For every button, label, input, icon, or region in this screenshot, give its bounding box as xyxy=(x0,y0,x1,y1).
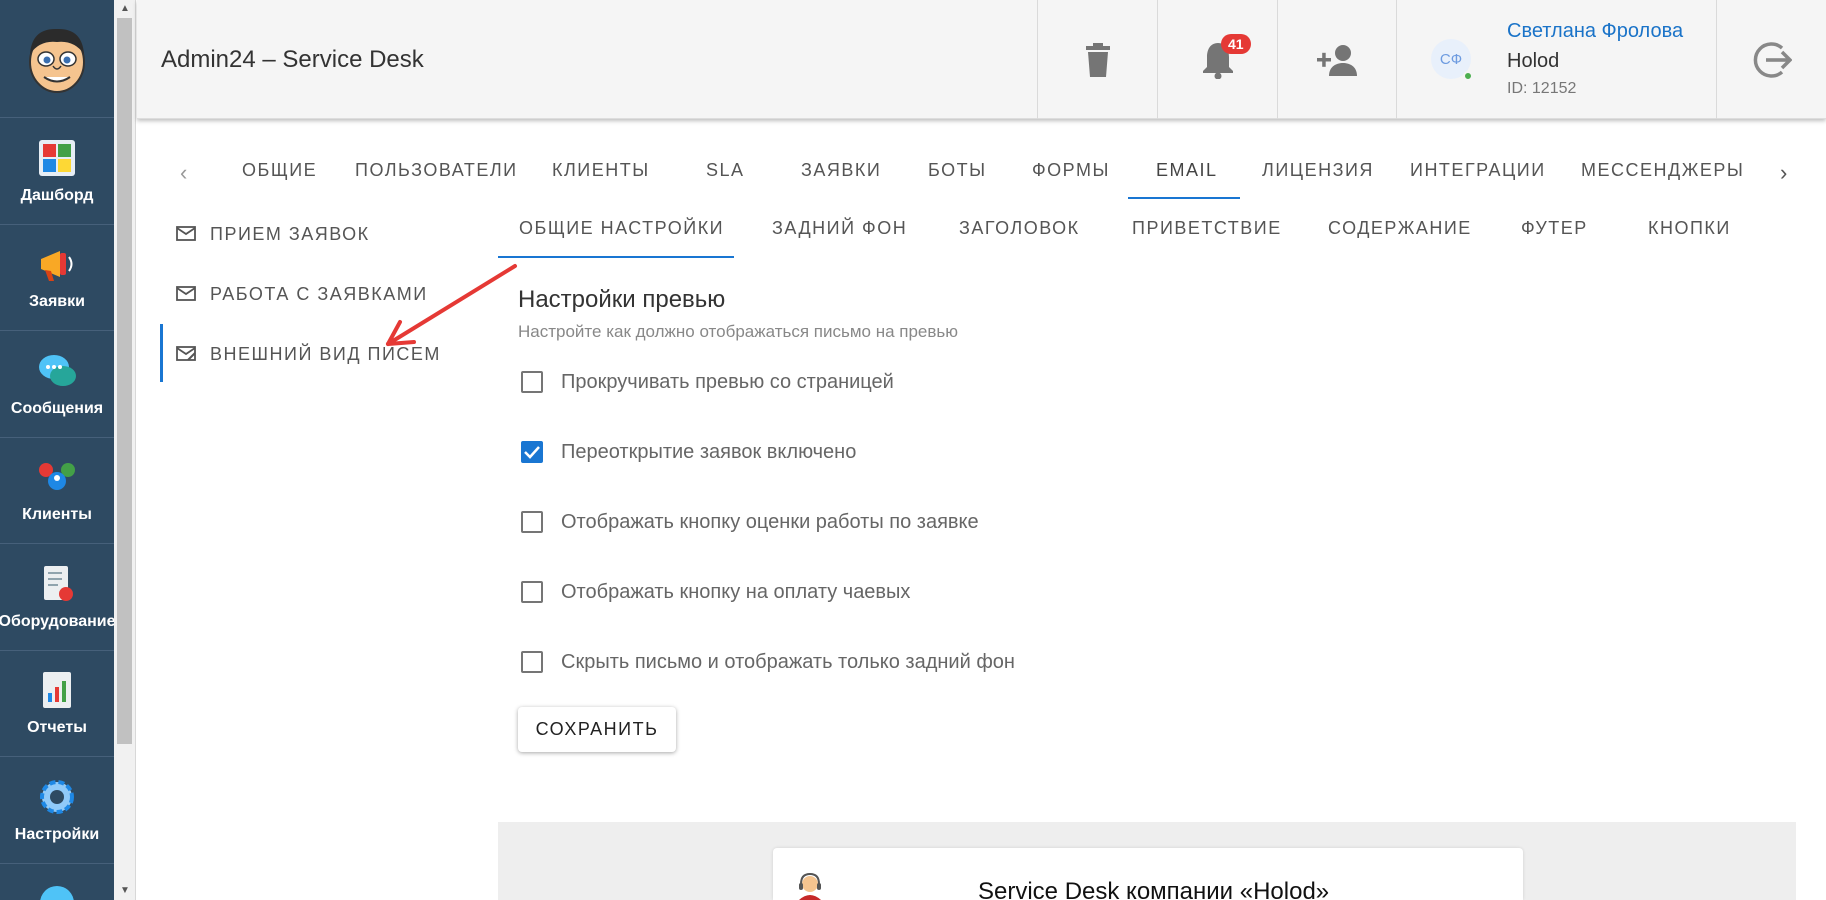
checkbox[interactable] xyxy=(521,581,543,603)
user-company: Holod xyxy=(1507,50,1560,72)
checkbox[interactable] xyxy=(521,511,543,533)
sidebar-item-label: Заявки xyxy=(29,293,85,311)
tabs-prev-chevron-icon[interactable]: ‹ xyxy=(180,160,187,186)
sidebar-item-label: Отчеты xyxy=(27,719,87,737)
save-button[interactable]: СОХРАНИТЬ xyxy=(518,707,676,752)
trash-icon xyxy=(1085,42,1110,77)
logout-button[interactable] xyxy=(1716,0,1826,119)
user-name-link[interactable]: Светлана Фролова xyxy=(1507,20,1683,43)
mail-icon xyxy=(176,226,196,241)
option-tips-button[interactable]: Отображать кнопку на оплату чаевых xyxy=(521,579,910,605)
user-profile[interactable]: СФ Светлана Фролова Holod ID: 12152 xyxy=(1396,0,1716,119)
support-agent-icon xyxy=(799,872,821,900)
main-sidebar: Дашборд Заявки Сообщения Клиенты Оборудо… xyxy=(0,0,116,900)
subnav-label: ПРИЕМ ЗАЯВОК xyxy=(210,223,370,244)
chat-icon xyxy=(39,354,76,386)
scroll-thumb[interactable] xyxy=(117,18,132,744)
subtab-content[interactable]: СОДЕРЖАНИЕ xyxy=(1328,218,1472,239)
active-subtab-indicator xyxy=(498,256,734,258)
sidebar-item-equipment[interactable]: Оборудование xyxy=(0,544,116,651)
subtab-footer[interactable]: ФУТЕР xyxy=(1521,218,1588,239)
sidebar-item-requests[interactable]: Заявки xyxy=(0,225,114,331)
tab-clients[interactable]: КЛИЕНТЫ xyxy=(552,160,650,181)
tab-messengers[interactable]: МЕССЕНДЖЕРЫ xyxy=(1581,160,1744,181)
sidebar-item-label: Оборудование xyxy=(0,612,116,630)
tab-forms[interactable]: ФОРМЫ xyxy=(1032,160,1110,181)
app-title: Admin24 – Service Desk xyxy=(161,46,424,73)
subtab-header[interactable]: ЗАГОЛОВОК xyxy=(959,218,1080,239)
checkmark-icon xyxy=(524,446,540,459)
scroll-down-arrow-icon[interactable]: ▼ xyxy=(114,882,136,900)
tabs-next-chevron-icon[interactable]: › xyxy=(1780,160,1787,186)
checkbox-label: Отображать кнопку на оплату чаевых xyxy=(561,580,911,603)
checkbox-label: Скрыть письмо и отображать только задний… xyxy=(561,650,1015,673)
tab-bots[interactable]: БОТЫ xyxy=(928,160,987,181)
cartoon-face-logo-icon xyxy=(29,28,85,93)
checkbox-checked[interactable] xyxy=(521,441,543,463)
sidebar-item-dashboard[interactable]: Дашборд xyxy=(0,118,114,225)
subtab-greeting[interactable]: ПРИВЕТСТВИЕ xyxy=(1132,218,1282,239)
sidebar-item-settings[interactable]: Настройки xyxy=(0,757,114,864)
tab-users[interactable]: ПОЛЬЗОВАТЕЛИ xyxy=(355,160,518,181)
sidebar-help[interactable] xyxy=(0,864,114,900)
tab-license[interactable]: ЛИЦЕНЗИЯ xyxy=(1262,160,1374,181)
option-reopen-requests[interactable]: Переоткрытие заявок включено xyxy=(521,439,856,465)
notification-badge: 41 xyxy=(1221,34,1251,54)
mail-icon xyxy=(176,286,196,301)
sidebar-item-label: Сообщения xyxy=(10,399,104,417)
option-rating-button[interactable]: Отображать кнопку оценки работы по заявк… xyxy=(521,509,979,535)
gear-icon xyxy=(40,779,74,814)
logout-icon xyxy=(1753,41,1792,78)
reports-icon xyxy=(43,672,71,709)
equipment-icon xyxy=(44,565,73,601)
subtab-background[interactable]: ЗАДНИЙ ФОН xyxy=(772,218,907,239)
trash-button[interactable] xyxy=(1037,0,1157,119)
clients-icon xyxy=(39,463,75,491)
sidebar-scrollbar[interactable]: ▲ ▼ xyxy=(114,0,136,900)
section-title: Настройки превью xyxy=(518,286,726,313)
user-id: ID: 12152 xyxy=(1507,80,1577,97)
tab-general[interactable]: ОБЩИЕ xyxy=(242,160,317,181)
add-user-button[interactable] xyxy=(1277,0,1396,119)
scroll-up-arrow-icon[interactable]: ▲ xyxy=(114,0,136,18)
notifications-button[interactable]: 41 xyxy=(1157,0,1277,119)
add-user-icon xyxy=(1317,44,1357,76)
preview-title: Service Desk компании «Holod» xyxy=(978,878,1330,900)
online-status-dot xyxy=(1463,71,1473,81)
checkbox[interactable] xyxy=(521,371,543,393)
sidebar-item-label: Настройки xyxy=(14,825,100,843)
annotation-arrow-icon xyxy=(386,264,517,346)
sidebar-item-label: Дашборд xyxy=(20,186,94,204)
tab-integrations[interactable]: ИНТЕГРАЦИИ xyxy=(1410,160,1546,181)
sidebar-item-clients[interactable]: Клиенты xyxy=(0,438,114,544)
email-preview-card: Service Desk компании «Holod» xyxy=(773,848,1523,900)
checkbox-label: Переоткрытие заявок включено xyxy=(561,440,857,463)
subtab-general-settings[interactable]: ОБЩИЕ НАСТРОЙКИ xyxy=(519,218,724,239)
sidebar-item-messages[interactable]: Сообщения xyxy=(0,331,114,438)
mail-edit-icon xyxy=(176,346,196,361)
app-logo[interactable] xyxy=(0,0,114,118)
checkbox-label: Отображать кнопку оценки работы по заявк… xyxy=(561,510,979,533)
subnav-item-incoming[interactable]: ПРИЕМ ЗАЯВОК xyxy=(162,214,370,254)
sidebar-item-label: Клиенты xyxy=(22,506,92,524)
checkbox[interactable] xyxy=(521,651,543,673)
option-scroll-preview[interactable]: Прокручивать превью со страницей xyxy=(521,369,894,395)
top-header: Admin24 – Service Desk 41 СФ Светлана Фр… xyxy=(137,0,1826,119)
section-subtitle: Настройте как должно отображаться письмо… xyxy=(518,322,959,341)
dashboard-icon xyxy=(39,139,75,176)
subtab-buttons[interactable]: КНОПКИ xyxy=(1648,218,1731,239)
sidebar-item-reports[interactable]: Отчеты xyxy=(0,651,114,757)
active-tab-indicator xyxy=(1128,197,1240,199)
checkbox-label: Прокручивать превью со страницей xyxy=(561,370,894,393)
tab-email[interactable]: EMAIL xyxy=(1156,160,1218,181)
option-hide-letter[interactable]: Скрыть письмо и отображать только задний… xyxy=(521,649,1015,675)
tab-sla[interactable]: SLA xyxy=(706,160,745,181)
tab-requests[interactable]: ЗАЯВКИ xyxy=(801,160,881,181)
settings-tabs: ‹ ОБЩИЕ ПОЛЬЗОВАТЕЛИ КЛИЕНТЫ SLA ЗАЯВКИ … xyxy=(160,148,1820,200)
megaphone-icon xyxy=(41,251,73,282)
help-icon xyxy=(40,885,74,900)
